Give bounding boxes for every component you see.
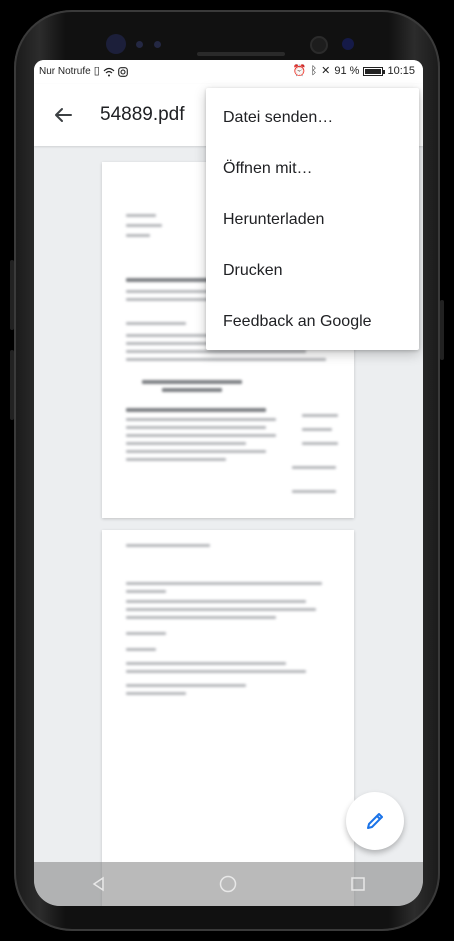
menu-item-print[interactable]: Drucken — [206, 245, 419, 296]
nav-home-circle-icon — [220, 875, 237, 893]
blurred-text-line — [302, 428, 332, 431]
blurred-text-line — [126, 662, 286, 665]
blurred-text-line — [292, 466, 336, 469]
menu-item-open-with[interactable]: Öffnen mit… — [206, 143, 419, 194]
blurred-text-line — [292, 490, 336, 493]
blurred-text-line — [126, 544, 210, 547]
carrier-text: Nur Notrufe — [39, 66, 91, 77]
blurred-text-line — [126, 434, 276, 437]
blurred-text-line — [126, 298, 216, 301]
blurred-text-line — [126, 590, 166, 593]
blurred-text-line — [126, 450, 266, 453]
bluetooth-icon: ᛒ — [310, 64, 318, 77]
edit-fab-button[interactable] — [346, 792, 404, 850]
blurred-text-line — [126, 358, 326, 361]
nav-back-triangle-icon — [92, 876, 104, 892]
back-button[interactable] — [34, 84, 92, 146]
volume-button — [10, 260, 14, 330]
battery-percent-text: 91 % — [334, 65, 360, 77]
status-right: ⏰ ᛒ ✕ 91 % 10:15 — [293, 65, 415, 77]
wifi-icon — [103, 67, 115, 76]
sim-icon: ▯ — [93, 65, 100, 77]
alarm-icon: ⏰ — [292, 64, 307, 77]
blurred-text-line — [126, 632, 166, 635]
system-nav-bar — [34, 862, 423, 906]
blurred-text-line — [126, 608, 316, 611]
iris-sensor-icon — [106, 34, 126, 54]
sensor-dot-icon — [154, 41, 161, 48]
pdf-page — [102, 530, 354, 906]
blurred-text-line — [126, 648, 156, 651]
blurred-text-line — [126, 458, 226, 461]
nav-recents-square-icon — [351, 877, 365, 891]
blurred-text-line — [126, 582, 322, 585]
battery-icon — [363, 66, 386, 76]
menu-item-send-file[interactable]: Datei senden… — [206, 92, 419, 143]
nav-recents-button[interactable] — [328, 862, 388, 906]
mute-icon: ✕ — [321, 64, 331, 77]
proximity-sensor-icon — [310, 36, 328, 54]
file-title: 54889.pdf — [100, 104, 185, 125]
screen: Nur Notrufe ▯ ⏰ ᛒ ✕ 91 % 10:15 54889.pdf… — [34, 60, 423, 906]
blurred-text-line — [126, 214, 156, 217]
blurred-text-line — [162, 388, 222, 392]
status-left: Nur Notrufe ▯ — [39, 66, 128, 77]
menu-item-download[interactable]: Herunterladen — [206, 194, 419, 245]
earpiece-speaker — [197, 52, 285, 56]
front-camera-icon — [342, 38, 354, 50]
blurred-text-line — [142, 380, 242, 384]
blurred-text-line — [126, 418, 276, 421]
blurred-text-line — [126, 322, 186, 325]
menu-item-feedback[interactable]: Feedback an Google — [206, 296, 419, 347]
blurred-text-line — [126, 426, 266, 429]
blurred-text-line — [126, 442, 246, 445]
battery-level-fill — [365, 68, 382, 74]
blurred-text-line — [126, 692, 186, 695]
blurred-text-line — [126, 408, 266, 412]
nav-back-button[interactable] — [69, 862, 129, 906]
power-button — [440, 300, 444, 360]
blurred-text-line — [302, 414, 338, 417]
status-bar: Nur Notrufe ▯ ⏰ ᛒ ✕ 91 % 10:15 — [34, 60, 423, 84]
nav-home-button[interactable] — [198, 862, 258, 906]
blurred-text-line — [126, 616, 276, 619]
blurred-text-line — [302, 442, 338, 445]
blurred-text-line — [126, 684, 246, 687]
edit-pencil-icon — [367, 813, 383, 829]
blurred-text-line — [126, 224, 162, 227]
blurred-text-line — [126, 670, 306, 673]
sensor-dot-icon — [136, 41, 143, 48]
bixby-button — [10, 350, 14, 420]
blurred-text-line — [126, 350, 306, 353]
blurred-text-line — [126, 600, 306, 603]
overflow-menu: Datei senden… Öffnen mit… Herunterladen … — [206, 88, 419, 350]
instagram-icon — [117, 66, 128, 77]
blurred-text-line — [126, 234, 150, 237]
clock-text: 10:15 — [387, 65, 415, 77]
arrow-back-icon — [55, 108, 72, 122]
